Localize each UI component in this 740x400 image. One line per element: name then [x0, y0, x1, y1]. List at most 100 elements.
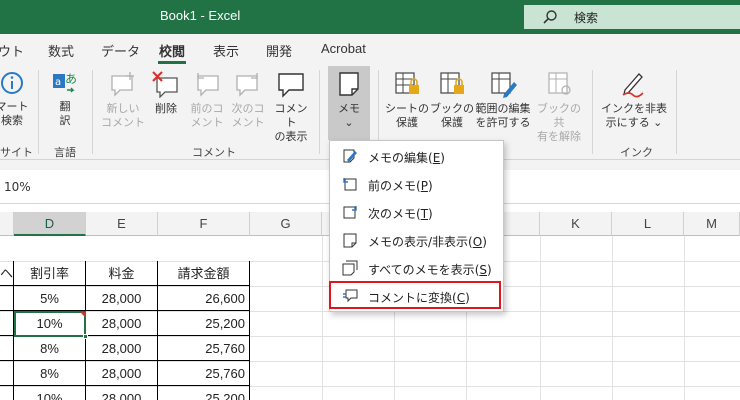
table-cell[interactable] [0, 386, 14, 400]
table-cell[interactable]: 28,000 [86, 311, 158, 336]
search-placeholder: 検索 [574, 11, 599, 25]
column-header-c[interactable] [0, 212, 14, 236]
tab-data[interactable]: データ [101, 41, 140, 60]
table-cell[interactable] [0, 311, 14, 336]
translate-button[interactable]: a あ 翻 訳 [46, 70, 84, 128]
search-icon [543, 10, 557, 24]
menu-item-show-hide-note[interactable]: メモの表示/非表示(O) [330, 227, 503, 253]
prev-comment-label-2: メント [190, 116, 224, 129]
hide-ink-label-2: 示にする ⌄ [605, 116, 663, 129]
next-comment-icon [236, 73, 258, 97]
smart-lookup-label-2: 検索 [1, 114, 23, 127]
previous-comment-icon [197, 73, 219, 97]
table-header-fee[interactable]: 料金 [86, 261, 158, 286]
unshare-workbook-icon [548, 72, 571, 95]
all-notes-icon [342, 260, 358, 276]
show-comments-button[interactable]: コメント の表示 [270, 70, 312, 144]
table-cell[interactable]: 5% [14, 286, 86, 311]
hide-ink-button[interactable]: インクを非表 示にする ⌄ [598, 70, 670, 130]
next-comment-button[interactable]: 次のコ メント [229, 70, 267, 130]
menu-item-next-note[interactable]: 次のメモ(T) [330, 199, 503, 225]
menu-item-accelerator: T [420, 207, 429, 221]
column-header-g[interactable]: G [250, 212, 322, 236]
table-cell[interactable]: 25,200 [158, 386, 250, 400]
table-header-c[interactable]: ヘ [0, 261, 14, 286]
highlight-annotation [329, 281, 501, 309]
column-header-f[interactable]: F [158, 212, 250, 236]
tab-developer[interactable]: 開発 [266, 41, 292, 60]
column-header-k[interactable]: K [540, 212, 612, 236]
ribbon-separator [319, 70, 320, 154]
group-label-language: 言語 [54, 146, 76, 159]
menu-item-label: メモの編集 [368, 151, 429, 165]
prev-comment-button[interactable]: 前のコ メント [188, 70, 226, 130]
delete-comment-button[interactable]: 削除 [148, 70, 184, 116]
allow-edit-ranges-button[interactable]: 範囲の編集 を許可する [474, 70, 532, 130]
prev-comment-label-1: 前のコ [190, 102, 224, 115]
tab-review[interactable]: 校閲 [159, 41, 185, 60]
table-cell[interactable]: 28,000 [86, 336, 158, 361]
group-label-comments: コメント [192, 146, 236, 159]
show-comments-label-2: の表示 [274, 130, 308, 143]
table-cell[interactable] [0, 286, 14, 311]
table-cell[interactable]: 10% [14, 386, 86, 400]
new-comment-icon [111, 72, 134, 97]
show-comments-label-1: コメント [274, 102, 308, 129]
delete-comment-icon [152, 71, 178, 98]
group-label-ink: インク [620, 146, 653, 159]
protect-sheet-button[interactable]: シートの 保護 [384, 70, 430, 130]
table-cell[interactable]: 28,000 [86, 386, 158, 400]
comment-icon [278, 73, 304, 98]
menu-item-show-all-notes[interactable]: すべてのメモを表示(S) [330, 255, 503, 281]
tab-formulas[interactable]: 数式 [48, 41, 74, 60]
tab-acrobat[interactable]: Acrobat [321, 41, 366, 56]
next-comment-label-1: 次のコ [231, 102, 265, 115]
table-cell[interactable]: 28,000 [86, 286, 158, 311]
menu-item-edit-note[interactable]: メモの編集(E) [330, 143, 503, 169]
unshare-workbook-button[interactable]: ブックの共 有を解除 [532, 70, 586, 144]
table-cell[interactable] [0, 361, 14, 386]
unshare-label-1: ブックの共 [537, 102, 581, 129]
fill-handle[interactable] [83, 334, 88, 339]
protect-workbook-button[interactable]: ブックの 保護 [430, 70, 474, 130]
edit-ranges-icon [491, 72, 517, 98]
table-cell[interactable]: 26,600 [158, 286, 250, 311]
table-cell[interactable]: 28,000 [86, 361, 158, 386]
note-indicator-icon [80, 312, 86, 318]
title-bar: Book1 - Excel 検索 [0, 0, 740, 34]
column-header-m[interactable]: M [684, 212, 740, 236]
menu-item-previous-note[interactable]: 前のメモ(P) [330, 171, 503, 197]
search-box[interactable]: 検索 [524, 5, 740, 29]
column-header-e[interactable]: E [86, 212, 158, 236]
smart-lookup-button[interactable]: マート 検索 [0, 70, 30, 128]
allow-edit-label-1: 範囲の編集 [475, 102, 531, 115]
table-cell[interactable]: 25,760 [158, 336, 250, 361]
protect-workbook-label-1: ブックの [430, 102, 474, 115]
ribbon-separator [592, 70, 593, 154]
active-cell-selection[interactable] [14, 311, 86, 337]
table-cell[interactable]: 25,200 [158, 311, 250, 336]
ribbon-separator [38, 70, 39, 154]
protect-sheet-label-1: シートの [385, 102, 429, 115]
hide-ink-label-1: インクを非表 [601, 102, 667, 115]
previous-note-icon [343, 178, 357, 191]
info-icon [1, 72, 23, 94]
column-header-d[interactable]: D [14, 212, 86, 236]
table-header-amount[interactable]: 請求金額 [158, 261, 250, 286]
tab-view[interactable]: 表示 [213, 41, 239, 60]
new-comment-button[interactable]: 新しい コメント [100, 70, 146, 130]
memo-button[interactable]: メモ ⌄ [328, 66, 370, 140]
svg-text:あ: あ [65, 72, 77, 86]
svg-text:a: a [55, 77, 61, 88]
table-cell[interactable]: 25,760 [158, 361, 250, 386]
table-cell[interactable]: 8% [14, 361, 86, 386]
menu-item-label: 次のメモ [368, 207, 417, 221]
menu-item-accelerator: P [420, 179, 428, 193]
chevron-down-icon: ⌄ [344, 116, 354, 129]
table-header-discount[interactable]: 割引率 [14, 261, 86, 286]
column-header-l[interactable]: L [612, 212, 684, 236]
tab-layout[interactable]: ウト [0, 41, 24, 60]
ink-pen-icon [622, 73, 644, 98]
table-cell[interactable]: 8% [14, 336, 86, 361]
table-cell[interactable] [0, 336, 14, 361]
